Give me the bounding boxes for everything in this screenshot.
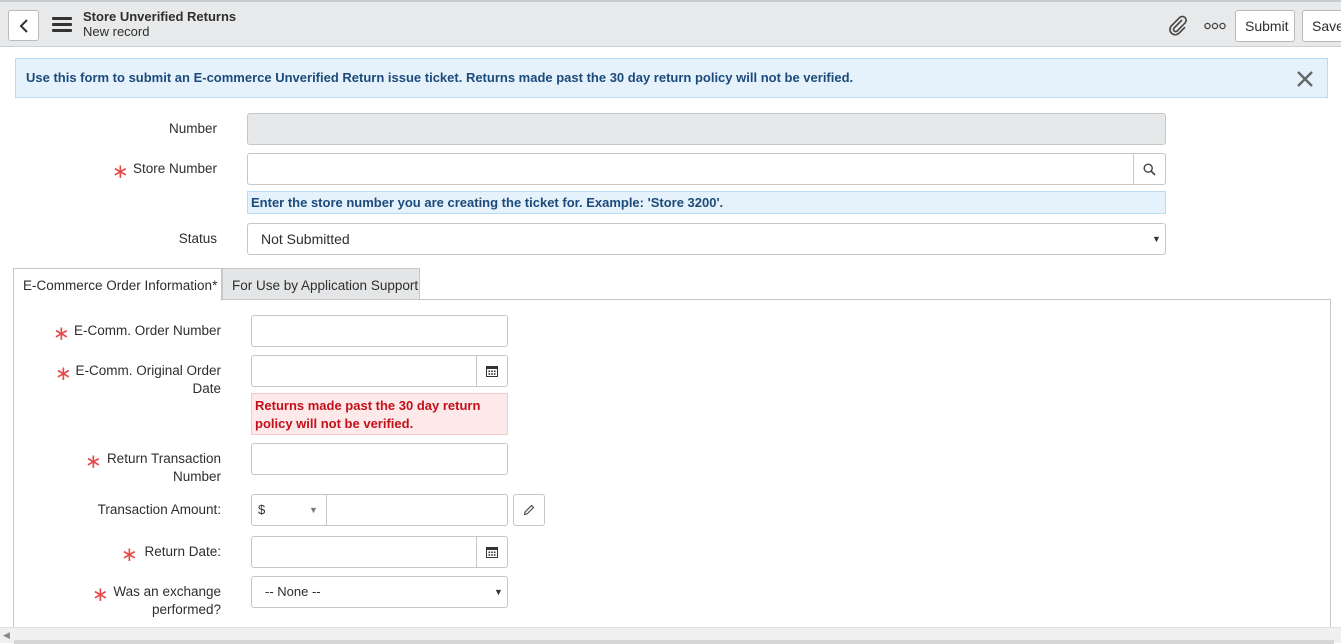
store-number-lookup-button[interactable] [1133,153,1166,185]
page-subtitle: New record [83,24,150,39]
order-number-label: E-Comm. Order Number [73,323,221,338]
required-indicator: ∗ [121,544,138,566]
status-select[interactable]: Not Submitted ▼ [247,223,1166,255]
label-line: Number [172,469,221,484]
transaction-amount-label: Transaction Amount: [97,502,221,517]
hamburger-menu-icon[interactable] [52,17,72,33]
exchange-performed-select[interactable]: -- None -- ▼ [251,576,508,608]
calendar-icon [486,366,498,377]
order-number-input[interactable] [251,315,508,347]
scrollbar-thumb[interactable] [14,640,1334,644]
status-selected-value: Not Submitted [261,231,350,247]
status-label: Status [178,231,217,246]
info-banner: Use this form to submit an E-commerce Un… [15,58,1328,98]
original-order-date-label: E-Comm. Original Order Date [72,362,221,398]
required-indicator: ∗ [85,451,102,473]
return-transaction-number-label: Return Transaction Number [102,450,221,486]
store-number-hint: Enter the store number you are creating … [247,191,1166,214]
label-line: Return Transaction [106,451,221,466]
required-indicator: ∗ [92,584,109,606]
currency-value: $ [258,502,266,517]
chevron-down-icon: ▼ [494,587,503,597]
chevron-down-icon: ▼ [309,505,318,515]
required-indicator: ∗ [112,161,129,183]
back-button[interactable] [8,10,39,41]
page-title: Store Unverified Returns [83,9,237,24]
return-transaction-number-input[interactable] [251,443,508,475]
more-options-icon[interactable] [1204,21,1226,31]
date-error-message: Returns made past the 30 day return poli… [251,393,508,435]
label-line: Date [192,381,221,396]
save-button[interactable]: Save [1302,10,1341,42]
transaction-amount-input[interactable] [326,494,508,526]
scroll-left-icon[interactable]: ◀ [3,630,10,641]
currency-select[interactable]: $ ▼ [251,494,327,526]
paperclip-icon[interactable] [1167,15,1189,37]
edit-currency-button[interactable] [513,494,545,526]
calendar-icon [486,547,498,558]
chevron-down-icon: ▼ [1152,234,1161,244]
label-line: E-Comm. Original Order [75,363,221,378]
label-line: Was an exchange [113,584,221,599]
horizontal-scrollbar[interactable]: ◀ [0,627,1341,644]
form-header: Store Unverified Returns New record Subm… [0,0,1341,47]
tab-application-support[interactable]: For Use by Application Support [222,268,420,300]
pencil-icon [523,504,535,516]
search-icon [1143,162,1156,176]
number-label: Number [168,121,217,136]
return-date-picker-button[interactable] [476,536,508,568]
number-field [247,113,1166,145]
label-line: performed? [151,602,221,617]
exchange-selected-value: -- None -- [265,584,321,599]
required-indicator: ∗ [53,323,70,345]
close-icon[interactable] [1296,70,1314,88]
tab-ecommerce-order-information[interactable]: E-Commerce Order Information* [13,268,222,301]
store-number-input[interactable] [247,153,1134,185]
submit-button[interactable]: Submit [1235,10,1295,42]
store-number-label: Store Number [132,161,217,176]
original-order-date-picker-button[interactable] [476,355,508,387]
return-date-label: Return Date: [144,544,221,559]
original-order-date-input[interactable] [251,355,477,387]
tab-label: E-Commerce Order Information [23,278,213,293]
tab-label: For Use by Application Support [232,278,419,293]
info-banner-text: Use this form to submit an E-commerce Un… [26,70,854,85]
required-indicator: ∗ [55,363,72,385]
exchange-performed-label: Was an exchange performed? [108,583,221,619]
return-date-input[interactable] [251,536,477,568]
tab-required-mark: * [212,278,218,293]
chevron-left-icon [19,18,28,33]
